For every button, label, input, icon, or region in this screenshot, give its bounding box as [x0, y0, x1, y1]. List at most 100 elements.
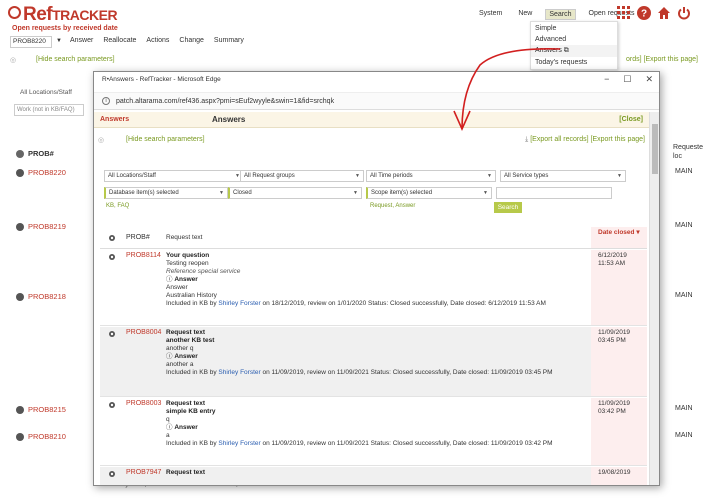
- gear-icon[interactable]: [108, 470, 116, 480]
- answers-breadcrumb[interactable]: Answers: [100, 116, 129, 123]
- close-window-button[interactable]: ✕: [645, 74, 653, 85]
- chevron-down-icon: ▼: [483, 190, 488, 196]
- prob-link[interactable]: PROB8004: [126, 329, 161, 336]
- request-line: simple KB entry: [166, 408, 216, 415]
- bg-row-prob[interactable]: PROB8215: [16, 405, 66, 415]
- gear-icon[interactable]: [108, 401, 116, 411]
- export-page-link[interactable]: ords] [Export this page]: [626, 56, 698, 63]
- bg-row-prob[interactable]: PROB8218: [16, 292, 66, 302]
- bg-row-prob-link[interactable]: PROB8210: [28, 432, 66, 441]
- time-periods-select[interactable]: All Time periods ▼: [366, 170, 496, 182]
- red-arrow-annotation: [453, 48, 561, 131]
- menu-item-advanced[interactable]: Advanced: [531, 34, 617, 45]
- info-icon[interactable]: i: [102, 97, 110, 105]
- chevron-down-icon: ▼: [355, 173, 360, 179]
- date-closed-date: 11/09/2019: [598, 329, 631, 336]
- prob-link[interactable]: PROB7947: [126, 469, 161, 476]
- export-all-link[interactable]: [Export all records]: [530, 136, 588, 143]
- toolbar-answer[interactable]: Answer: [70, 37, 93, 44]
- help-icon[interactable]: ?: [637, 6, 651, 20]
- table-row: PROB8003 Request text simple KB entry q …: [100, 398, 647, 466]
- reftracker-logo[interactable]: RefTracker: [8, 4, 118, 26]
- bg-row-prob[interactable]: PROB8210: [16, 432, 66, 442]
- scope-select[interactable]: Scope item(s) selected ▼: [366, 187, 492, 199]
- bg-row-prob[interactable]: PROB8219: [16, 222, 66, 232]
- gear-icon[interactable]: [108, 330, 116, 340]
- prob-select-caret-icon[interactable]: ▼: [56, 38, 62, 44]
- gear-icon[interactable]: [16, 223, 24, 232]
- hide-search-params-link[interactable]: [Hide search parameters]: [126, 136, 205, 143]
- database-select-value: Database item(s) selected: [109, 190, 179, 196]
- toolbar-change[interactable]: Change: [179, 37, 204, 44]
- power-icon[interactable]: [677, 6, 691, 20]
- nav-system[interactable]: System: [476, 9, 505, 20]
- prob-link[interactable]: PROB8003: [126, 400, 161, 407]
- toolbar-summary[interactable]: Summary: [214, 37, 244, 44]
- popup-scrollbar[interactable]: [649, 112, 659, 485]
- export-page-link[interactable]: [Export this page]: [591, 136, 645, 143]
- prob-link[interactable]: PROB8114: [126, 252, 161, 259]
- kb-user-link[interactable]: Shirley Forster: [218, 300, 260, 307]
- kb-prefix: Included in KB by: [166, 300, 219, 307]
- export-links: ⤓ [Export all records] [Export this page…: [525, 136, 645, 144]
- date-closed-date: 19/08/2019: [598, 469, 631, 476]
- work-filter[interactable]: Work (not in KB/FAQ): [14, 104, 84, 116]
- kb-suffix: on 11/09/2019, review on 11/09/2021 Stat…: [260, 440, 553, 447]
- bg-row-prob-link[interactable]: PROB8220: [28, 168, 66, 177]
- prob-select-value: PROB8220: [13, 38, 46, 45]
- request-groups-select[interactable]: All Request groups ▼: [240, 170, 364, 182]
- apps-grid-icon[interactable]: [617, 6, 631, 20]
- toolbar-reallocate[interactable]: Reallocate: [103, 37, 136, 44]
- gear-icon[interactable]: [16, 406, 24, 415]
- gear-icon[interactable]: [16, 169, 24, 178]
- col-header-date[interactable]: Date closed ▾: [598, 229, 642, 237]
- location-select[interactable]: All Locations/Staff ▼: [104, 170, 244, 182]
- date-closed: 6/12/2019 11:53 AM: [598, 252, 627, 268]
- gear-icon[interactable]: [108, 253, 116, 263]
- request-line: another KB test: [166, 337, 215, 344]
- eye-icon[interactable]: ◎: [98, 136, 104, 144]
- chevron-down-icon: ▼: [353, 190, 358, 196]
- close-link[interactable]: [Close]: [619, 116, 643, 123]
- menu-item-simple[interactable]: Simple: [531, 23, 617, 34]
- address-bar[interactable]: i patch.altarama.com/ref436.aspx?pmi=sEuf…: [94, 92, 659, 110]
- kb-user-link[interactable]: Shirley Forster: [218, 440, 260, 447]
- gear-icon: [16, 150, 24, 159]
- toolbar-actions[interactable]: Actions: [146, 37, 169, 44]
- col-header-text[interactable]: Request text: [166, 234, 586, 242]
- request-italic: Reference special service: [166, 268, 241, 275]
- request-title: Request text: [166, 329, 206, 336]
- bg-row-prob[interactable]: PROB8220: [16, 168, 66, 178]
- hide-search-params-link[interactable]: [Hide search parameters]: [36, 56, 115, 63]
- eye-icon[interactable]: ◎: [10, 56, 16, 64]
- status-select[interactable]: Closed ▼: [228, 187, 362, 199]
- bg-row-prob-link[interactable]: PROB8218: [28, 292, 66, 301]
- logo-icon: [8, 6, 21, 20]
- kb-user-link[interactable]: Shirley Forster: [218, 369, 260, 376]
- answer-line: Answer: [166, 284, 188, 291]
- gear-icon[interactable]: [16, 433, 24, 442]
- bg-row-prob-link[interactable]: PROB8215: [28, 405, 66, 414]
- database-select[interactable]: Database item(s) selected ▼: [104, 187, 228, 199]
- scrollbar-thumb[interactable]: [652, 124, 658, 174]
- bg-row-prob-link[interactable]: PROB8219: [28, 222, 66, 231]
- gear-icon[interactable]: [108, 234, 116, 244]
- search-button[interactable]: Search: [494, 202, 522, 213]
- bg-row-loc: MAIN: [675, 405, 693, 412]
- table-row: PROB7947 Request text 19/08/2019: [100, 467, 647, 485]
- nav-new[interactable]: New: [515, 9, 535, 20]
- request-groups-value: All Request groups: [244, 173, 295, 179]
- col-header-prob[interactable]: PROB#: [126, 234, 150, 241]
- prob-select[interactable]: PROB8220: [10, 36, 52, 48]
- maximize-button[interactable]: ☐: [623, 74, 631, 85]
- location-filter-label[interactable]: All Locations/Staff: [20, 89, 72, 96]
- minimize-button[interactable]: −: [604, 74, 609, 85]
- date-closed-time: 03:42 PM: [598, 408, 626, 415]
- service-types-select[interactable]: All Service types ▼: [500, 170, 626, 182]
- home-icon[interactable]: [657, 6, 671, 20]
- logo-prefix: Ref: [23, 4, 53, 25]
- gear-icon[interactable]: [16, 293, 24, 302]
- nav-search[interactable]: Search: [545, 9, 576, 20]
- keyword-input[interactable]: [496, 187, 612, 199]
- popup-page-title: Answers: [212, 115, 246, 124]
